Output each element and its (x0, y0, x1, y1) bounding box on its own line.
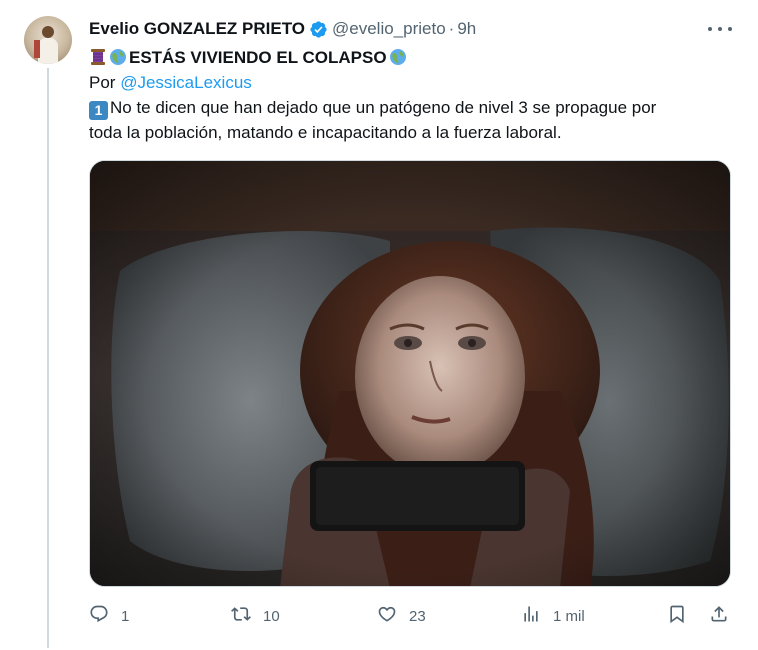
more-dot (708, 27, 712, 31)
tweet-actions-bar: 1 10 23 1 mil (89, 603, 739, 629)
bookmark-icon (667, 604, 687, 628)
globe-emoji (109, 48, 127, 66)
retweet-count: 10 (263, 607, 280, 625)
like-button[interactable]: 23 (377, 603, 426, 629)
separator-dot: · (448, 19, 455, 38)
thread-connector-line (47, 68, 49, 648)
author-name[interactable]: Evelio GONZALEZ PRIETO (89, 19, 305, 39)
tweet-header: Evelio GONZALEZ PRIETO @evelio_prieto · … (89, 18, 476, 40)
tweet-timestamp[interactable]: 9h (457, 19, 476, 39)
globe-emoji (389, 48, 407, 66)
avatar[interactable] (24, 16, 72, 64)
bookmark-button[interactable] (667, 603, 687, 629)
more-dot (728, 27, 732, 31)
like-count: 23 (409, 607, 426, 625)
views-button[interactable]: 1 mil (521, 603, 585, 629)
more-dot (718, 27, 722, 31)
tweet-body-line-1: No te dicen que han dejado que un patóge… (110, 98, 657, 117)
avatar-figure-head (42, 26, 54, 38)
retweet-icon (231, 604, 251, 628)
tweet-media-image[interactable] (89, 160, 731, 587)
spool-thread-emoji (89, 48, 107, 66)
mention-link[interactable]: @JessicaLexicus (120, 73, 252, 92)
tweet-body: 1 No te dicen que han dejado que un patóg… (89, 95, 739, 145)
verified-badge-icon (309, 20, 328, 39)
tweet-text: ESTÁS VIVIENDO EL COLAPSO Por @JessicaLe… (89, 44, 739, 145)
author-handle[interactable]: @evelio_prieto (332, 19, 446, 39)
avatar-figure-accent (34, 40, 40, 58)
tweet-body-line-2: toda la población, matando e incapacitan… (89, 123, 562, 142)
reply-count: 1 (121, 607, 130, 625)
by-label: Por (89, 73, 121, 92)
reply-icon (89, 604, 109, 628)
reply-button[interactable]: 1 (89, 603, 129, 629)
share-button[interactable] (709, 603, 729, 629)
attribution-line: Por @JessicaLexicus (89, 70, 739, 95)
tweet-card[interactable]: Evelio GONZALEZ PRIETO @evelio_prieto · … (0, 0, 758, 650)
share-icon (709, 604, 729, 628)
retweet-button[interactable]: 10 (231, 603, 280, 629)
views-count: 1 mil (553, 607, 585, 625)
tweet-title: ESTÁS VIVIENDO EL COLAPSO (129, 47, 387, 67)
tweet-title-line: ESTÁS VIVIENDO EL COLAPSO (89, 44, 739, 70)
heart-icon (377, 604, 397, 628)
more-horizontal-icon[interactable] (708, 20, 732, 38)
analytics-icon (521, 604, 541, 628)
avatar-figure-body (38, 38, 58, 64)
photo-woman-using-phone-in-bed (90, 161, 730, 586)
keycap-number-badge: 1 (89, 101, 108, 120)
